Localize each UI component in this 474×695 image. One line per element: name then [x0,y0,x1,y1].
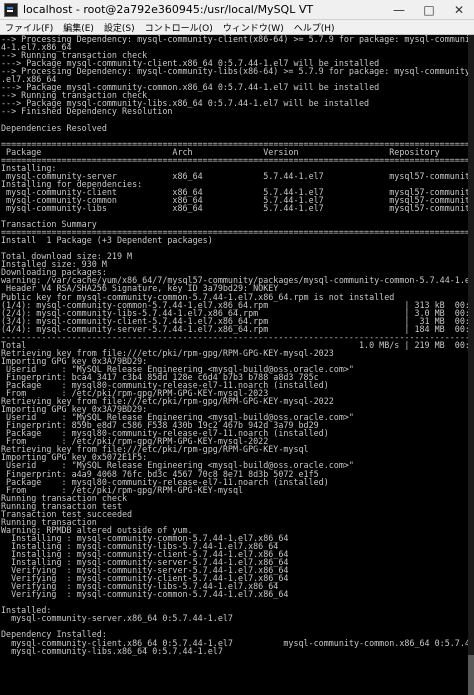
terminal-line: --> Processing Dependency: mysql-communi… [1,66,468,77]
vertical-scrollbar[interactable] [468,35,474,695]
menu-file[interactable]: ファイル(F) [0,21,58,34]
terminal-line: mysql-community-libs.x86_64 0:5.7.44-1.e… [1,645,223,656]
minimize-icon[interactable]: — [384,0,414,19]
menu-bar: ファイル(F) 編集(E) 設定(S) コントロール(O) ウィンドウ(W) ヘ… [0,20,474,35]
scrollbar-thumb[interactable] [468,655,474,695]
terminal-line: ========================================… [1,154,468,165]
terminal-line: mysql-community-libs x86_64 5.7.44-1.el7… [6,202,468,213]
menu-window[interactable]: ウィンドウ(W) [218,21,289,34]
maximize-icon[interactable]: □ [414,0,444,19]
terminal-output[interactable]: --> Processing Dependency: mysql-communi… [0,35,468,660]
menu-edit[interactable]: 編集(E) [58,21,99,34]
window-title: localhost - root@2a792e360945:/usr/local… [23,3,314,16]
terminal-line: mysql-community-server.x86_64 0:5.7.44-1… [1,613,233,624]
title-bar: localhost - root@2a792e360945:/usr/local… [0,0,474,20]
menu-control[interactable]: コントロール(O) [140,21,218,34]
close-icon[interactable]: ✕ [444,0,474,19]
terminal-line: Install 1 Package (+3 Dependent packages… [1,235,213,246]
menu-settings[interactable]: 設定(S) [99,21,140,34]
terminal-lines: --> Processing Dependency: mysql-communi… [0,35,468,660]
terminal-line: Dependencies Resolved [1,122,107,133]
terminal-line: Verifying : mysql-community-common-5.7.4… [11,589,289,600]
terminal-app-icon [4,2,18,17]
menu-help[interactable]: ヘルプ(H) [289,21,340,34]
terminal-line: --> Finished Dependency Resolution [1,106,173,117]
